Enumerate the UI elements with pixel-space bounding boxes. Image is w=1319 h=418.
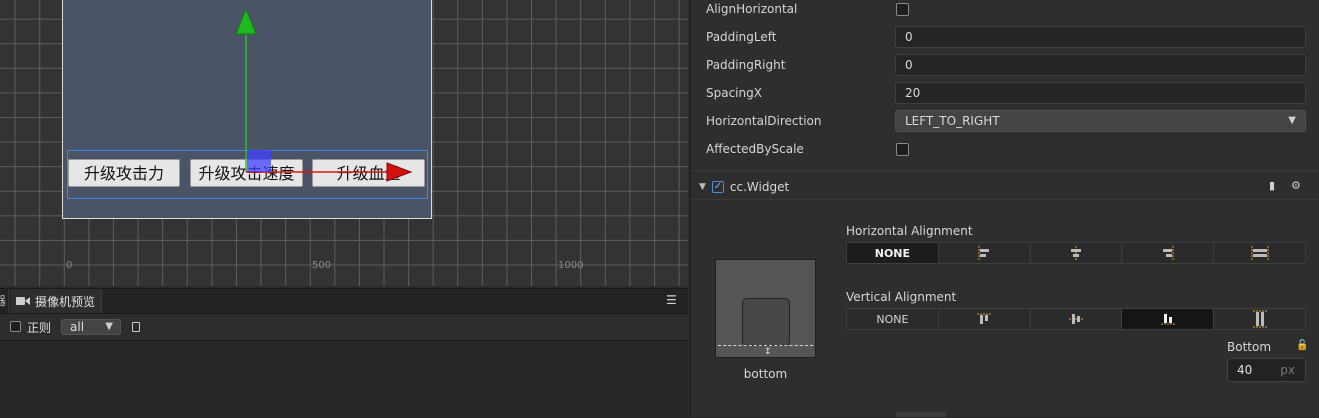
widget-component-title: cc.Widget: [729, 180, 790, 194]
inspector-panel: AlignHorizontal PaddingLeft 0 PaddingRig…: [690, 0, 1319, 417]
tab-camera-preview-label: 摄像机预览: [35, 294, 96, 309]
bottom-offset-label: Bottom: [1227, 340, 1272, 354]
unlock-icon[interactable]: 🔓: [1296, 341, 1308, 351]
align-stretch-vertical-icon: [1252, 310, 1267, 328]
padding-left-input[interactable]: 0: [895, 26, 1306, 48]
xy-move-handle-icon[interactable]: [247, 150, 271, 172]
v-align-top-button[interactable]: [939, 309, 1031, 329]
vertical-alignment-title: Vertical Alignment: [846, 290, 957, 304]
prop-label-align-horizontal: AlignHorizontal: [706, 2, 798, 16]
ruler-label-500: 500: [312, 260, 332, 271]
x-axis-arrow-icon[interactable]: [386, 162, 413, 182]
align-top-icon: [977, 313, 992, 324]
log-level-select[interactable]: all ▼: [61, 319, 121, 335]
align-center-icon: [1070, 246, 1081, 260]
open-log-file-icon[interactable]: [132, 322, 140, 332]
prop-label-spacing-x: SpacingX: [706, 86, 762, 100]
align-left-icon: [978, 246, 990, 260]
help-book-icon[interactable]: ▮: [1269, 180, 1279, 191]
bottom-offset-input[interactable]: 40 px: [1227, 358, 1306, 382]
widget-offset-marker-icon: ↕: [764, 347, 772, 357]
align-stretch-horizontal-icon: [1251, 246, 1269, 260]
transform-gizmo[interactable]: [0, 0, 688, 286]
affected-by-scale-checkbox[interactable]: [896, 143, 909, 156]
bottom-offset-value: 40: [1237, 363, 1253, 377]
widget-target-box: [742, 298, 790, 346]
panel-tabbar: 器 摄像机预览 ☰: [0, 289, 688, 314]
v-align-none-button[interactable]: NONE: [847, 309, 939, 329]
v-align-stretch-button[interactable]: [1214, 309, 1305, 329]
y-axis-arrow-icon[interactable]: [235, 7, 257, 35]
console-panel: 器 摄像机预览 ☰ 正则 all ▼: [0, 288, 688, 418]
v-align-none-label: NONE: [876, 312, 909, 326]
section-divider: [691, 170, 1319, 171]
camera-icon: [16, 297, 30, 305]
bottom-offset-unit: px: [1280, 363, 1295, 377]
panel-menu-icon[interactable]: ☰: [666, 294, 677, 306]
section-divider: [691, 199, 1319, 200]
horizontal-alignment-group: NONE: [846, 242, 1306, 264]
vertical-alignment-group: NONE: [846, 308, 1306, 330]
prop-label-padding-right: PaddingRight: [706, 58, 786, 72]
horizontal-direction-value: LEFT_TO_RIGHT: [905, 114, 1000, 128]
v-align-bottom-button[interactable]: [1122, 309, 1215, 329]
ruler-label-1000: 1000: [558, 260, 584, 271]
horizontal-alignment-title: Horizontal Alignment: [846, 224, 973, 238]
spacing-x-input[interactable]: 20: [895, 82, 1306, 104]
console-toolbar: 正则 all ▼: [0, 314, 688, 341]
regex-label: 正则: [27, 321, 52, 335]
gear-icon[interactable]: ⚙: [1291, 180, 1301, 191]
prop-label-padding-left: PaddingLeft: [706, 30, 777, 44]
tab-camera-preview[interactable]: 摄像机预览: [10, 289, 102, 313]
h-align-left-button[interactable]: [939, 243, 1031, 263]
widget-preview-caption: bottom: [743, 367, 788, 381]
h-align-stretch-button[interactable]: [1214, 243, 1305, 263]
chevron-down-icon: ▼: [105, 321, 113, 332]
h-align-center-button[interactable]: [1031, 243, 1123, 263]
align-bottom-icon: [1160, 314, 1175, 325]
widget-component-header[interactable]: ▼ ✓ cc.Widget: [699, 176, 1309, 198]
scene-view[interactable]: 升级攻击力 升级攻击速度 升级血量 0 500 1000: [0, 0, 688, 286]
ruler-label-0: 0: [66, 260, 73, 271]
v-align-middle-button[interactable]: [1031, 309, 1123, 329]
tab-partial-label: 器: [0, 294, 7, 308]
h-align-none-button[interactable]: NONE: [847, 243, 939, 263]
h-align-none-label: NONE: [874, 246, 911, 260]
widget-preview: ↕: [715, 259, 816, 358]
align-right-icon: [1162, 246, 1174, 260]
prop-label-affected-by-scale: AffectedByScale: [706, 142, 804, 156]
prop-label-horizontal-direction: HorizontalDirection: [706, 114, 822, 128]
tab-partial[interactable]: 器: [0, 289, 9, 313]
h-align-right-button[interactable]: [1122, 243, 1215, 263]
regex-checkbox[interactable]: [10, 321, 21, 332]
log-level-value: all: [70, 320, 85, 334]
widget-enabled-checkbox[interactable]: ✓: [711, 181, 724, 193]
align-middle-icon: [1068, 314, 1083, 324]
widget-bottom-guide: [718, 345, 813, 346]
horizontal-direction-select[interactable]: LEFT_TO_RIGHT ▼: [895, 110, 1306, 132]
next-property-stub: [896, 412, 946, 417]
chevron-down-icon: ▼: [1288, 115, 1296, 126]
align-horizontal-checkbox[interactable]: [896, 3, 909, 16]
collapse-triangle-icon[interactable]: ▼: [699, 182, 706, 192]
padding-right-input[interactable]: 0: [895, 54, 1306, 76]
